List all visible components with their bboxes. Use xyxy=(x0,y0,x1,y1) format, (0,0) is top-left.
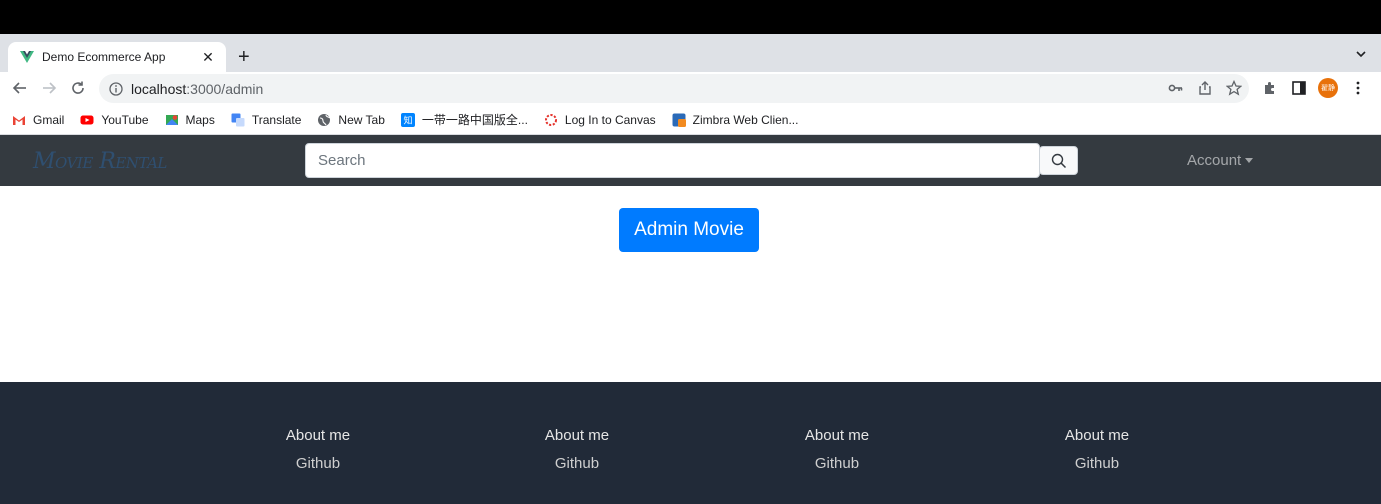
extensions-icon[interactable] xyxy=(1262,80,1278,96)
footer-column: About me Github xyxy=(767,427,907,472)
url-host: localhost xyxy=(131,80,187,97)
youtube-icon xyxy=(80,115,94,124)
star-icon[interactable] xyxy=(1226,80,1242,96)
new-tab-button[interactable]: + xyxy=(238,46,250,68)
brand-logo[interactable]: Movie Rental xyxy=(33,149,167,174)
canvas-icon xyxy=(544,113,557,126)
zimbra-icon xyxy=(672,113,686,127)
kebab-menu-icon[interactable] xyxy=(1350,80,1366,96)
globe-icon xyxy=(318,113,331,126)
profile-avatar[interactable]: 翟静 xyxy=(1318,78,1338,98)
footer: About me Github About me Github About me… xyxy=(0,382,1381,504)
app-navbar: Movie Rental Account xyxy=(0,135,1381,186)
admin-movie-button[interactable]: Admin Movie xyxy=(619,208,759,252)
account-dropdown[interactable]: Account xyxy=(1187,152,1254,169)
reload-icon[interactable] xyxy=(70,80,86,96)
back-icon[interactable] xyxy=(12,80,28,96)
browser-tab[interactable]: Demo Ecommerce App ✕ xyxy=(8,42,226,72)
about-me-link[interactable]: About me xyxy=(248,427,388,444)
bookmark-youtube[interactable]: YouTube xyxy=(80,113,149,127)
forward-icon[interactable] xyxy=(41,80,57,96)
github-link[interactable]: Github xyxy=(248,455,388,472)
translate-icon xyxy=(231,113,245,126)
bookmark-translate[interactable]: Translate xyxy=(231,113,301,127)
bookmark-zimbra[interactable]: Zimbra Web Clien... xyxy=(672,113,798,127)
about-me-link[interactable]: About me xyxy=(1027,427,1167,444)
bookmark-gmail[interactable]: Gmail xyxy=(12,113,64,127)
tab-title: Demo Ecommerce App xyxy=(42,50,166,64)
chevron-down-icon[interactable] xyxy=(1355,48,1367,60)
bookmarks-bar: Gmail YouTube Maps Translate New Tab 知 一… xyxy=(0,105,1381,135)
bookmark-canvas[interactable]: Log In to Canvas xyxy=(544,113,656,127)
vue-logo-icon xyxy=(20,51,34,63)
github-link[interactable]: Github xyxy=(767,455,907,472)
about-me-link[interactable]: About me xyxy=(507,427,647,444)
info-icon[interactable] xyxy=(109,81,123,96)
search-button[interactable] xyxy=(1039,146,1078,175)
browser-toolbar: localhost:3000/admin 翟静 xyxy=(0,72,1381,105)
footer-column: About me Github xyxy=(507,427,647,472)
github-link[interactable]: Github xyxy=(507,455,647,472)
url-path: :3000/admin xyxy=(186,80,264,97)
github-link[interactable]: Github xyxy=(1027,455,1167,472)
footer-column: About me Github xyxy=(1027,427,1167,472)
bookmark-new-tab[interactable]: New Tab xyxy=(317,113,385,127)
search-input[interactable] xyxy=(305,143,1040,178)
share-icon[interactable] xyxy=(1197,80,1213,96)
os-top-bar xyxy=(0,0,1381,34)
about-me-link[interactable]: About me xyxy=(767,427,907,444)
zhihu-icon: 知 xyxy=(400,112,415,127)
svg-text:知: 知 xyxy=(403,114,412,126)
side-panel-icon[interactable] xyxy=(1291,80,1307,96)
account-label: Account xyxy=(1187,152,1242,169)
caret-down-icon xyxy=(1245,158,1254,163)
gmail-icon xyxy=(13,115,25,125)
bookmark-zhihu[interactable]: 知 一带一路中国版全... xyxy=(400,111,528,128)
bookmark-maps[interactable]: Maps xyxy=(165,113,215,127)
tab-close-icon[interactable]: ✕ xyxy=(200,49,216,66)
maps-icon xyxy=(165,114,178,125)
tab-strip: Demo Ecommerce App ✕ + xyxy=(0,34,1381,72)
footer-column: About me Github xyxy=(248,427,388,472)
address-bar[interactable]: localhost:3000/admin xyxy=(99,74,1249,103)
key-icon[interactable] xyxy=(1168,80,1184,96)
search-icon xyxy=(1051,153,1066,168)
main-content: Admin Movie xyxy=(0,186,1381,382)
